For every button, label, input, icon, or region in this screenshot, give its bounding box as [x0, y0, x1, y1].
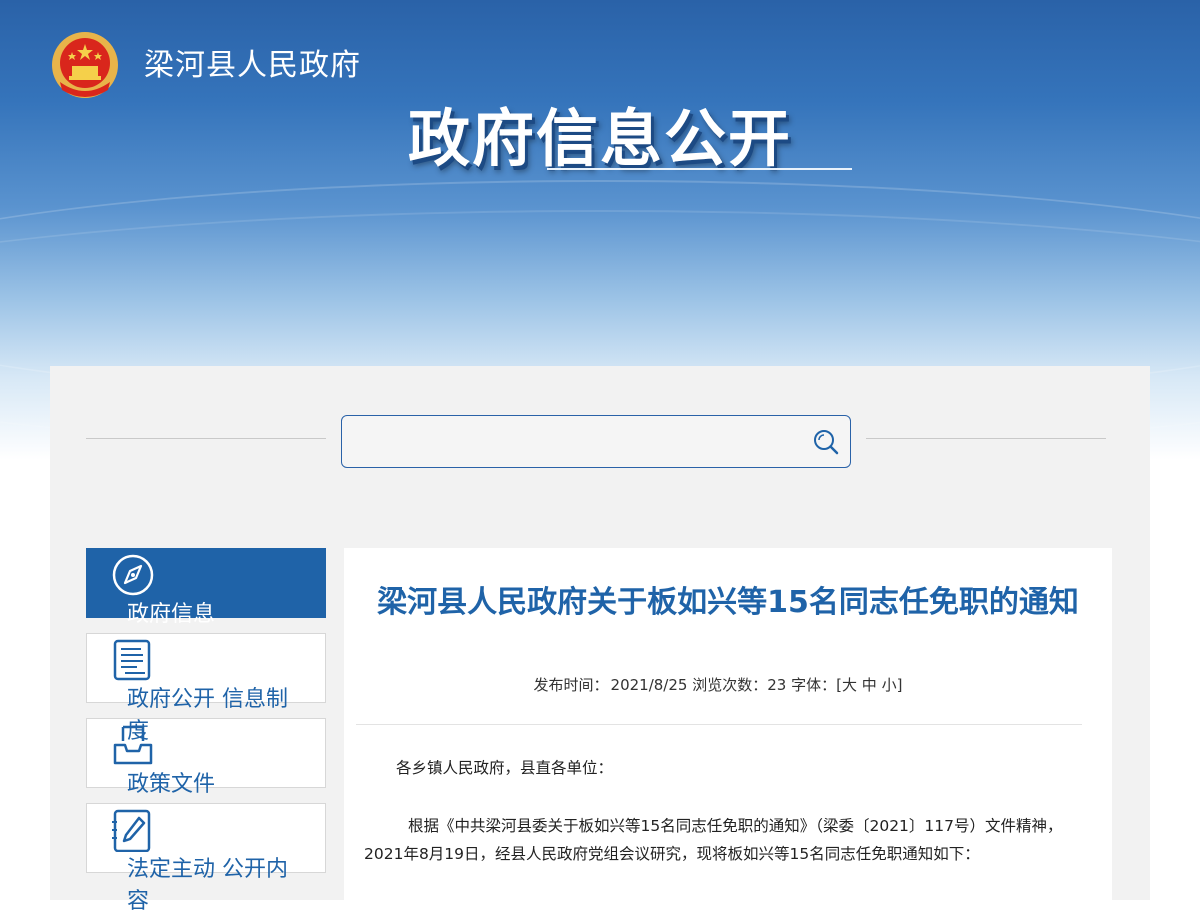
sidebar-item-gov-info[interactable]: 政府信息 [86, 548, 326, 627]
article-divider [356, 724, 1082, 725]
main-panel: 政府信息 政府公开 信息制度 政策文件 法定主动 公开内容 梁河县人民政府关于板… [50, 366, 1150, 914]
search-divider-right [866, 438, 1106, 439]
article-salutation: 各乡镇人民政府，县直各单位： [396, 759, 614, 777]
search-input[interactable] [354, 424, 798, 460]
sidebar-item-label: 法定主动 公开内容 [127, 857, 288, 914]
article-content: 梁河县人民政府关于板如兴等15名同志任免职的通知 发布时间： 2021/8/25 … [344, 548, 1112, 908]
sidebar-item-statutory-disclosure[interactable]: 法定主动 公开内容 [86, 803, 326, 914]
font-size-label: 字体： [791, 676, 837, 694]
document-list-icon [113, 639, 151, 681]
sidebar-item-label: 政府信息 [127, 602, 216, 627]
font-small-button[interactable]: 小 [882, 676, 897, 694]
font-medium-button[interactable]: 中 [862, 676, 877, 694]
sidebar-item-label: 政府公开 信息制度 [127, 687, 288, 744]
views-count: 23 [767, 676, 787, 694]
edit-pen-icon [112, 809, 151, 852]
page-title: 政府信息公开 [407, 102, 792, 175]
site-name[interactable]: 梁河县人民政府 [144, 40, 361, 84]
publish-time-label: 发布时间： [533, 676, 609, 694]
search-icon[interactable] [812, 428, 840, 456]
sidebar-item-disclosure-system[interactable]: 政府公开 信息制度 [86, 633, 326, 744]
font-large-button[interactable]: 大 [842, 676, 857, 694]
publish-date: 2021/8/25 [610, 676, 688, 694]
search-divider-left [86, 438, 326, 439]
sidebar-item-label: 政策文件 [127, 772, 216, 797]
compass-icon [112, 554, 154, 596]
bracket-close: ] [896, 676, 903, 694]
search-box [341, 415, 851, 468]
article-title: 梁河县人民政府关于板如兴等15名同志任免职的通知 [377, 585, 1079, 620]
views-label: 浏览次数： [692, 676, 768, 694]
article-meta: 发布时间： 2021/8/25 浏览次数：23 字体：[大 中 小] [344, 674, 1092, 695]
article-paragraph: 根据《中共梁河县委关于板如兴等15名同志任免职的通知》（梁委〔2021〕117号… [364, 817, 1063, 863]
title-underline [547, 168, 852, 170]
